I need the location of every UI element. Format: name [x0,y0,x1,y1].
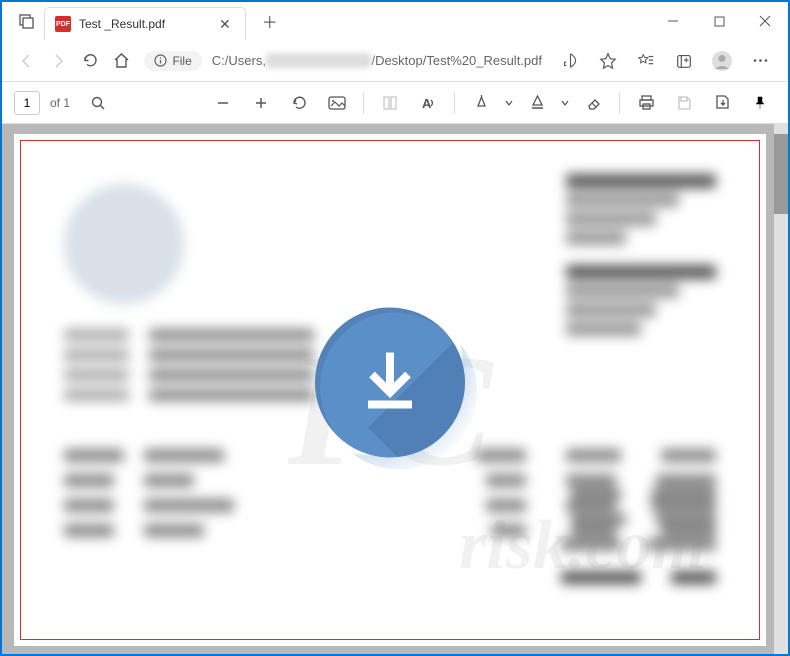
save-as-button[interactable] [706,87,738,119]
favorites-button[interactable] [590,45,626,77]
close-button[interactable] [742,6,788,36]
menu-button[interactable] [742,45,778,77]
erase-button[interactable] [577,87,609,119]
read-aloud-button[interactable] [552,45,588,77]
tab-close-button[interactable]: ✕ [215,14,235,35]
draw-button[interactable] [465,87,497,119]
new-tab-button[interactable]: ＋ [254,5,286,37]
highlight-button[interactable] [521,87,553,119]
browser-window: PDF Test _Result.pdf ✕ ＋ File C:/Users, … [0,0,790,656]
page-count-label: of 1 [50,96,70,110]
print-button[interactable] [630,87,662,119]
info-icon [154,54,167,67]
read-aloud-pdf-button[interactable]: A [412,87,444,119]
browser-tab[interactable]: PDF Test _Result.pdf ✕ [44,7,246,40]
maximize-button[interactable] [696,6,742,36]
pdf-icon: PDF [55,16,71,32]
scrollbar[interactable] [774,124,788,654]
download-icon[interactable] [315,308,465,458]
pin-toolbar-button[interactable] [744,87,776,119]
path-prefix: C:/Users, [212,53,266,68]
zoom-in-button[interactable] [245,87,277,119]
tab-actions-button[interactable] [10,6,44,36]
scrollbar-thumb[interactable] [774,134,788,214]
back-button[interactable] [12,45,42,77]
pdf-toolbar: of 1 A [2,82,788,124]
save-button[interactable] [668,87,700,119]
minimize-button[interactable] [650,6,696,36]
navbar: File C:/Users, xxxxxxxxxxxxxxx /Desktop/… [2,40,788,82]
file-label: File [172,54,191,68]
address-bar[interactable]: C:/Users, xxxxxxxxxxxxxxx /Desktop/Test%… [204,53,550,68]
path-suffix: /Desktop/Test%20_Result.pdf [371,53,542,68]
home-button[interactable] [107,45,137,77]
zoom-out-button[interactable] [207,87,239,119]
rotate-button[interactable] [283,87,315,119]
profile-button[interactable] [704,45,740,77]
forward-button[interactable] [44,45,74,77]
highlight-dropdown[interactable] [559,87,571,119]
fit-page-button[interactable] [321,87,353,119]
path-redacted: xxxxxxxxxxxxxxx [266,53,372,68]
file-indicator[interactable]: File [144,51,201,71]
page-view-button[interactable] [374,87,406,119]
tab-title: Test _Result.pdf [79,17,165,31]
collections-button[interactable] [666,45,702,77]
favorites-bar-button[interactable] [628,45,664,77]
draw-dropdown[interactable] [503,87,515,119]
titlebar: PDF Test _Result.pdf ✕ ＋ [2,2,788,40]
refresh-button[interactable] [75,45,105,77]
page-number-input[interactable] [14,91,40,115]
pdf-page[interactable]: PC risk.com [14,134,766,646]
window-controls [650,6,788,36]
svg-text:A: A [422,96,432,111]
find-button[interactable] [82,87,114,119]
pdf-viewport: PC risk.com [2,124,788,654]
